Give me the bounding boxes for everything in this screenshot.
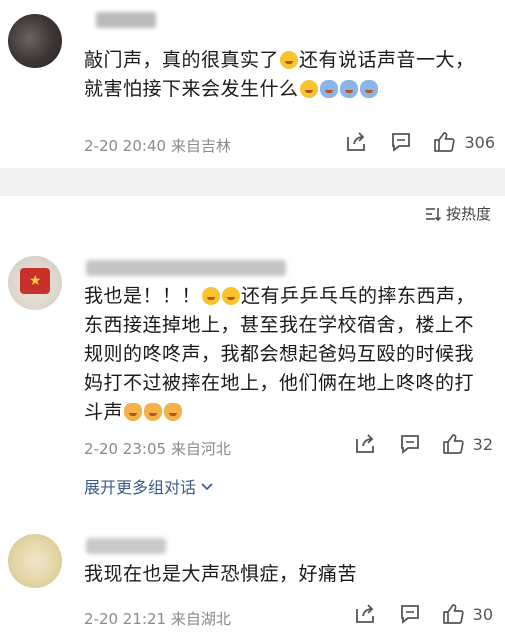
comment-text-part: 我现在也是大声恐惧症，好痛苦 <box>84 563 358 585</box>
comment-icon <box>400 605 419 624</box>
comment-text-part: 敲门声，真的很真实了 <box>84 49 280 71</box>
username[interactable] <box>96 12 156 28</box>
reply-button[interactable] <box>385 433 435 455</box>
sort-button[interactable]: 按热度 <box>425 203 491 224</box>
like-button[interactable]: 30 <box>435 602 493 626</box>
comment-location: 来自吉林 <box>170 137 231 155</box>
like-count: 30 <box>472 604 493 624</box>
share-icon <box>355 434 374 453</box>
sort-icon <box>425 207 441 221</box>
username[interactable] <box>86 538 166 554</box>
comment-meta: 2-20 21:21 来自湖北 <box>84 608 231 629</box>
like-icon <box>442 434 464 454</box>
comment-meta: 2-20 20:40 来自吉林 <box>84 135 231 156</box>
expand-conversation-link[interactable]: 展开更多组对话 <box>84 474 213 498</box>
like-button[interactable]: 306 <box>426 130 495 154</box>
comment-icon <box>392 133 411 152</box>
comment-1: 敲门声，真的很真实了 还有说话声音一大，就害怕接下来会发生什么 2-20 20:4… <box>0 0 505 168</box>
sort-label: 按热度 <box>445 205 491 223</box>
share-button[interactable] <box>345 603 385 625</box>
cat-emoji-icon <box>164 403 183 421</box>
comment-3: 我现在也是大声恐惧症，好痛苦 2-20 21:21 来自湖北 30 <box>0 520 505 640</box>
reply-button[interactable] <box>376 131 426 153</box>
comment-date: 2-20 23:05 <box>84 440 167 458</box>
chevron-down-icon <box>201 483 213 491</box>
comment-location: 来自湖北 <box>170 610 231 628</box>
comment-date: 2-20 21:21 <box>84 610 167 628</box>
like-icon <box>442 604 464 624</box>
crying-emoji-icon <box>299 80 318 98</box>
comment-icon <box>400 435 419 454</box>
comment-text-part: 我也是！！！ <box>84 285 202 307</box>
like-icon <box>434 132 456 152</box>
like-count: 306 <box>464 132 495 152</box>
like-button[interactable]: 32 <box>435 432 493 456</box>
username[interactable] <box>86 260 286 276</box>
section-divider <box>0 168 505 196</box>
comment-text: 敲门声，真的很真实了 还有说话声音一大，就害怕接下来会发生什么 <box>84 46 489 104</box>
expand-label: 展开更多组对话 <box>84 478 197 497</box>
comment-text: 我也是！！！ 还有乒乒乓乓的摔东西声，东西接连掉地上，甚至我在学校宿舍，楼上不规则… <box>84 282 489 427</box>
cat-emoji-icon <box>144 403 163 421</box>
comment-actions: 306 <box>336 130 495 154</box>
bow-emoji-icon <box>359 80 378 98</box>
crying-emoji-icon <box>280 51 299 69</box>
share-button[interactable] <box>345 433 385 455</box>
comment-2: ★ 我也是！！！ 还有乒乒乓乓的摔东西声，东西接连掉地上，甚至我在学校宿舍，楼上不… <box>0 240 505 500</box>
avatar-star-icon: ★ <box>29 273 42 289</box>
avatar[interactable] <box>8 14 62 68</box>
avatar[interactable]: ★ <box>8 256 62 310</box>
avatar[interactable] <box>8 534 62 588</box>
reply-button[interactable] <box>385 603 435 625</box>
comment-actions: 32 <box>345 432 493 456</box>
comment-location: 来自河北 <box>170 440 231 458</box>
comment-meta: 2-20 23:05 来自河北 <box>84 438 231 459</box>
share-icon <box>347 132 366 151</box>
crying-emoji-icon <box>202 287 221 305</box>
cat-emoji-icon <box>124 403 143 421</box>
comment-actions: 30 <box>345 602 493 626</box>
comment-text: 我现在也是大声恐惧症，好痛苦 <box>84 560 489 589</box>
like-count: 32 <box>472 434 493 454</box>
comment-date: 2-20 20:40 <box>84 137 167 155</box>
crying-emoji-icon <box>222 287 241 305</box>
bow-emoji-icon <box>339 80 358 98</box>
share-button[interactable] <box>336 131 376 153</box>
share-icon <box>355 604 374 623</box>
bow-emoji-icon <box>319 80 338 98</box>
